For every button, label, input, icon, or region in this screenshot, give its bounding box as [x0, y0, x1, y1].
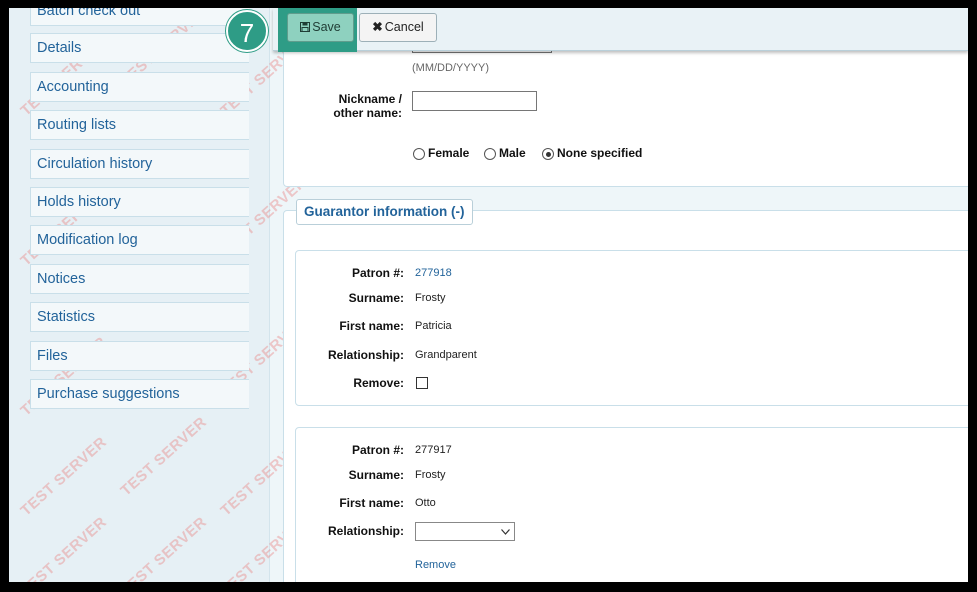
- surname-label: Surname:: [348, 468, 404, 482]
- nickname-label: Nickname / other name:: [304, 92, 402, 120]
- first-name-label: First name:: [339, 496, 404, 510]
- remove-guarantor-link[interactable]: Remove: [415, 559, 456, 571]
- gender-none-radio[interactable]: [542, 148, 554, 160]
- surname-value: Frosty: [415, 469, 446, 481]
- remove-label: Remove:: [353, 376, 404, 390]
- step-number-badge: 7: [226, 10, 268, 52]
- sidebar-item-notices[interactable]: Notices: [30, 264, 249, 294]
- guarantor-entry-2: Patron #: 277917 Surname: Frosty First n…: [295, 427, 968, 582]
- sidebar-item-purchase-suggestions[interactable]: Purchase suggestions: [30, 379, 249, 409]
- surname-label: Surname:: [348, 291, 404, 305]
- relationship-label: Relationship:: [327, 348, 404, 362]
- gender-male-radio[interactable]: [484, 148, 496, 160]
- patron-number-link[interactable]: 277918: [415, 267, 452, 279]
- patron-sidebar: TEST SERVER TEST SERVER TEST SERVER TEST SE…: [9, 8, 310, 582]
- sidebar-item-statistics[interactable]: Statistics: [30, 302, 249, 332]
- first-name-label: First name:: [339, 319, 404, 333]
- sidebar-item-circulation-history[interactable]: Circulation history: [30, 149, 249, 179]
- sidebar-item-holds-history[interactable]: Holds history: [30, 187, 249, 217]
- gender-female-label: Female: [428, 146, 470, 160]
- nickname-input[interactable]: [412, 91, 537, 111]
- nickname-label-line2: other name:: [333, 106, 402, 120]
- remove-checkbox[interactable]: [416, 377, 428, 389]
- sidebar-item-accounting[interactable]: Accounting: [30, 72, 249, 102]
- first-name-value: Otto: [415, 497, 436, 509]
- gender-female-radio[interactable]: [413, 148, 425, 160]
- patron-number-label: Patron #:: [351, 443, 404, 457]
- gender-male-label: Male: [499, 146, 526, 160]
- test-server-watermark: TEST SERVER: [17, 433, 111, 520]
- date-format-hint: (MM/DD/YYYY): [412, 62, 489, 74]
- sidebar-item-files[interactable]: Files: [30, 341, 249, 371]
- test-server-watermark: TEST SERVER: [117, 413, 211, 500]
- relationship-label: Relationship:: [327, 524, 404, 538]
- app-window: TEST SERVER TEST SERVER TEST SERVER TEST SE…: [9, 8, 968, 582]
- save-icon: [300, 22, 311, 32]
- cancel-button[interactable]: ✖ Cancel: [359, 13, 437, 42]
- identity-panel: (MM/DD/YYYY) Nickname / other name: Fema…: [283, 45, 968, 187]
- relationship-select[interactable]: [415, 522, 515, 541]
- test-server-watermark: TEST SERVER: [17, 513, 111, 582]
- test-server-watermark: TEST SERVER: [117, 513, 211, 582]
- surname-value: Frosty: [415, 292, 446, 304]
- relationship-value: Grandparent: [415, 349, 477, 361]
- gender-none-label: None specified: [557, 146, 643, 160]
- sidebar-item-details[interactable]: Details: [30, 33, 249, 63]
- sidebar-item-routing-lists[interactable]: Routing lists: [30, 110, 249, 140]
- patron-number-label: Patron #:: [351, 266, 404, 280]
- sidebar-item-modification-log[interactable]: Modification log: [30, 225, 249, 255]
- patron-number-value: 277917: [415, 444, 452, 456]
- save-button-label: Save: [312, 20, 341, 34]
- cancel-button-label: Cancel: [384, 20, 424, 34]
- sidebar-item-batch-check-out[interactable]: Batch check out: [30, 8, 249, 26]
- first-name-value: Patricia: [415, 320, 452, 332]
- save-button[interactable]: Save: [287, 13, 354, 42]
- close-icon: ✖: [372, 20, 383, 34]
- nickname-label-line1: Nickname /: [338, 92, 402, 106]
- chevron-down-icon: [501, 529, 510, 535]
- guarantor-toggle[interactable]: Guarantor information (-): [296, 199, 473, 225]
- guarantor-entry-1: Patron #: 277918 Surname: Frosty First n…: [295, 250, 968, 406]
